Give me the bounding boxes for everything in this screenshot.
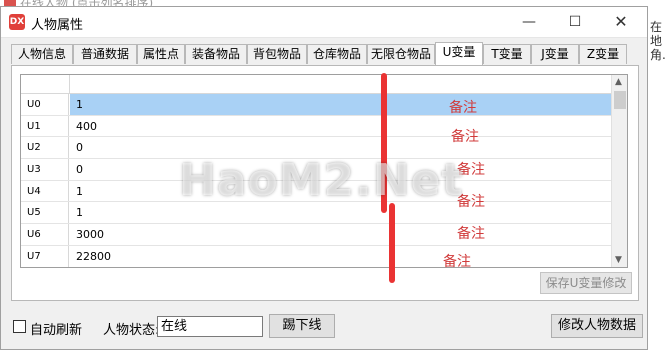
tab-infinite-warehouse-items[interactable]: 无限仓物品 [367, 44, 435, 64]
maximize-button[interactable]: ☐ [552, 7, 598, 37]
table-row[interactable]: U7 22800 [21, 245, 611, 267]
tab-bar: 人物信息 普通数据 属性点 装备物品 背包物品 仓库物品 无限仓物品 U变量 T… [11, 42, 627, 65]
tab-u-variables[interactable]: U变量 [435, 42, 483, 65]
app-icon: DX [9, 14, 25, 30]
annotation-note: 备注 [443, 254, 471, 270]
value-cell[interactable]: 22800 [70, 246, 611, 267]
vertical-scrollbar[interactable]: ▲ ▼ [611, 75, 627, 267]
scroll-up-icon[interactable]: ▲ [615, 77, 622, 87]
table-row[interactable]: U6 3000 [21, 224, 611, 246]
background-edge-text: 角... [650, 48, 666, 62]
window-title: 人物属性 [31, 18, 84, 33]
row-name: U4 [21, 180, 69, 202]
bottom-bar: 自动刷新 人物状态: 在线 踢下线 修改人物数据 [1, 305, 649, 345]
table-row[interactable]: U1 400 [21, 115, 611, 138]
tab-character-info[interactable]: 人物信息 [11, 44, 73, 64]
character-status-field[interactable]: 在线 [157, 316, 263, 337]
row-name: U3 [21, 159, 69, 180]
title-bar[interactable]: DX 人物属性 — ☐ ✕ [1, 7, 647, 38]
grid-header [21, 75, 611, 94]
table-row[interactable]: U0 1 [21, 94, 611, 116]
tab-z-variables[interactable]: Z变量 [579, 44, 627, 64]
auto-refresh-checkbox[interactable] [13, 320, 26, 333]
character-attributes-window: DX 人物属性 — ☐ ✕ 人物信息 普通数据 属性点 装备物品 背包物品 仓库… [0, 6, 648, 350]
annotation-note: 备注 [457, 226, 485, 242]
tab-bag-items[interactable]: 背包物品 [247, 44, 307, 64]
tab-j-variables[interactable]: J变量 [531, 44, 579, 64]
watermark: HaoM2.Net [179, 155, 464, 206]
row-name: U0 [21, 94, 69, 115]
tab-warehouse-items[interactable]: 仓库物品 [307, 44, 367, 64]
kick-offline-button[interactable]: 踢下线 [269, 314, 335, 338]
row-name: U7 [21, 245, 69, 267]
annotation-line [389, 203, 395, 283]
row-name: U1 [21, 115, 69, 137]
row-name: U2 [21, 137, 69, 159]
value-cell[interactable]: 3000 [70, 224, 611, 245]
annotation-note: 备注 [449, 100, 477, 116]
value-cell[interactable]: 1 [70, 94, 611, 115]
save-u-variables-button[interactable]: 保存U变量修改 [540, 272, 632, 294]
tab-attribute-points[interactable]: 属性点 [137, 44, 185, 64]
tab-common-data[interactable]: 普通数据 [73, 44, 137, 64]
row-name: U5 [21, 202, 69, 224]
character-status-label: 人物状态: [103, 323, 160, 338]
scroll-thumb[interactable] [614, 91, 626, 109]
background-edge-text: 在地 [650, 20, 663, 48]
annotation-note: 备注 [451, 129, 479, 145]
scroll-down-icon[interactable]: ▼ [615, 255, 622, 265]
row-name: U6 [21, 224, 69, 245]
modify-character-data-button[interactable]: 修改人物数据 [551, 314, 643, 338]
value-cell[interactable]: 400 [70, 116, 611, 137]
tab-t-variables[interactable]: T变量 [483, 44, 531, 64]
grid-corner-header [21, 75, 70, 93]
background-window-edge: 在地 角... [650, 20, 666, 62]
auto-refresh-label[interactable]: 自动刷新 [30, 319, 82, 338]
minimize-button[interactable]: — [506, 7, 552, 37]
close-button[interactable]: ✕ [598, 7, 644, 37]
tab-equipment-items[interactable]: 装备物品 [185, 44, 247, 64]
